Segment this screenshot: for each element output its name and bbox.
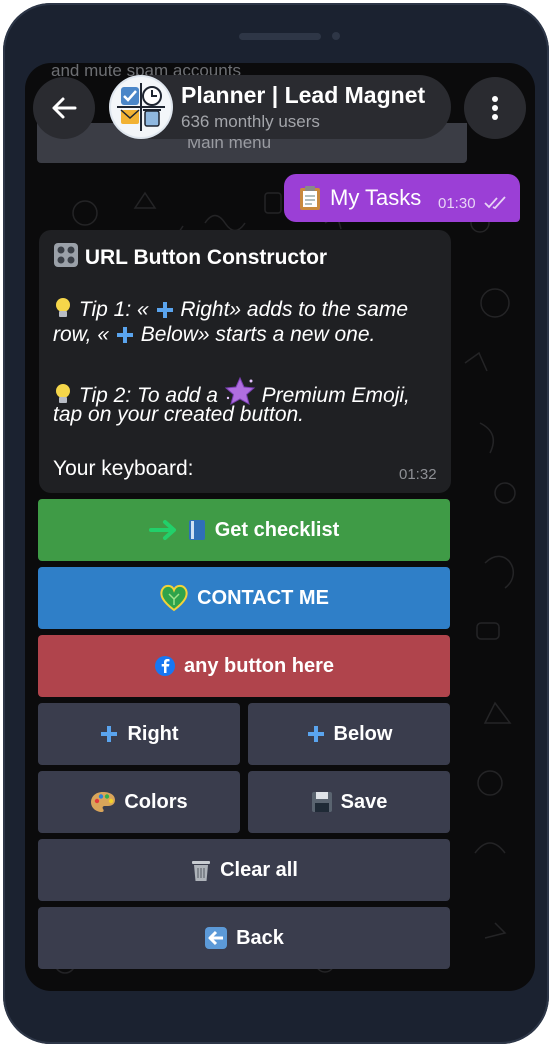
control-knobs-icon	[53, 242, 79, 274]
tip1-line1: Tip 1: « Right» adds to the same	[53, 296, 408, 326]
tip1-line2: row, « Below» starts a new one.	[53, 323, 375, 351]
arrow-right-icon	[148, 519, 179, 541]
lightbulb-icon	[53, 296, 73, 326]
phone-speaker	[239, 33, 321, 40]
tip1-text-d: Below» starts a new one.	[140, 323, 376, 346]
any-button-here-label: any button here	[183, 654, 334, 677]
message-heading-text: URL Button Constructor	[84, 246, 328, 269]
outgoing-message-text: My Tasks	[330, 185, 422, 210]
back-arrow-icon	[52, 97, 77, 119]
back-keyboard-label: Back	[236, 926, 284, 949]
facebook-icon	[154, 655, 176, 677]
clear-all-label: Clear all	[220, 858, 298, 881]
incoming-message-time: 01:32	[399, 466, 437, 483]
any-button-here-button[interactable]: any button here	[38, 635, 450, 697]
incoming-message[interactable]: URL Button Constructor Tip 1: « Right» a…	[39, 230, 451, 493]
floppy-disk-icon	[311, 791, 333, 813]
add-right-button[interactable]: Right	[38, 703, 240, 765]
more-vertical-icon	[492, 96, 498, 120]
save-label: Save	[340, 790, 388, 813]
tip1-text-a: Tip 1: «	[78, 298, 149, 321]
tip2-line2: tap on your created button.	[53, 403, 305, 426]
double-check-icon	[484, 196, 508, 215]
outgoing-message-time: 01:30	[438, 195, 476, 212]
get-checklist-button[interactable]: Get checklist	[38, 499, 450, 561]
colors-label: Colors	[124, 790, 188, 813]
plus-icon	[115, 325, 135, 351]
contact-me-label: CONTACT ME	[197, 586, 329, 609]
back-keyboard-button[interactable]: Back	[38, 907, 450, 969]
colors-button[interactable]: Colors	[38, 771, 240, 833]
add-below-button[interactable]: Below	[248, 703, 450, 765]
palette-icon	[90, 791, 116, 813]
tip1-text-b: Right» adds to the same	[180, 298, 409, 321]
keyboard-label: Your keyboard:	[53, 457, 194, 480]
get-checklist-label: Get checklist	[214, 518, 340, 541]
plus-icon	[99, 724, 119, 744]
book-icon	[187, 518, 207, 542]
chat-subtitle: 636 monthly users	[181, 112, 320, 131]
chat-header[interactable]: Planner | Lead Magnet 636 monthly users	[109, 75, 451, 139]
outgoing-message[interactable]: My Tasks 01:30	[284, 174, 520, 222]
chat-title: Planner | Lead Magnet	[181, 82, 426, 108]
more-menu-button[interactable]	[464, 77, 526, 139]
add-right-label: Right	[127, 722, 179, 745]
heart-icon	[159, 584, 189, 612]
planner-avatar-icon	[117, 83, 165, 131]
phone-camera	[332, 32, 340, 40]
contact-me-button[interactable]: CONTACT ME	[38, 567, 450, 629]
clipboard-icon	[298, 185, 322, 216]
phone-frame: and mute spam accounts Main menu Planner…	[3, 3, 549, 1044]
back-icon	[204, 926, 228, 950]
bot-avatar[interactable]	[111, 77, 171, 137]
clear-all-button[interactable]: Clear all	[38, 839, 450, 901]
plus-icon	[306, 724, 326, 744]
save-button[interactable]: Save	[248, 771, 450, 833]
add-below-label: Below	[333, 722, 393, 745]
trash-icon	[190, 858, 212, 882]
tip1-text-c: row, «	[53, 323, 110, 346]
chat-screen: and mute spam accounts Main menu Planner…	[25, 63, 535, 991]
message-heading: URL Button Constructor	[53, 242, 327, 274]
back-button[interactable]	[33, 77, 95, 139]
